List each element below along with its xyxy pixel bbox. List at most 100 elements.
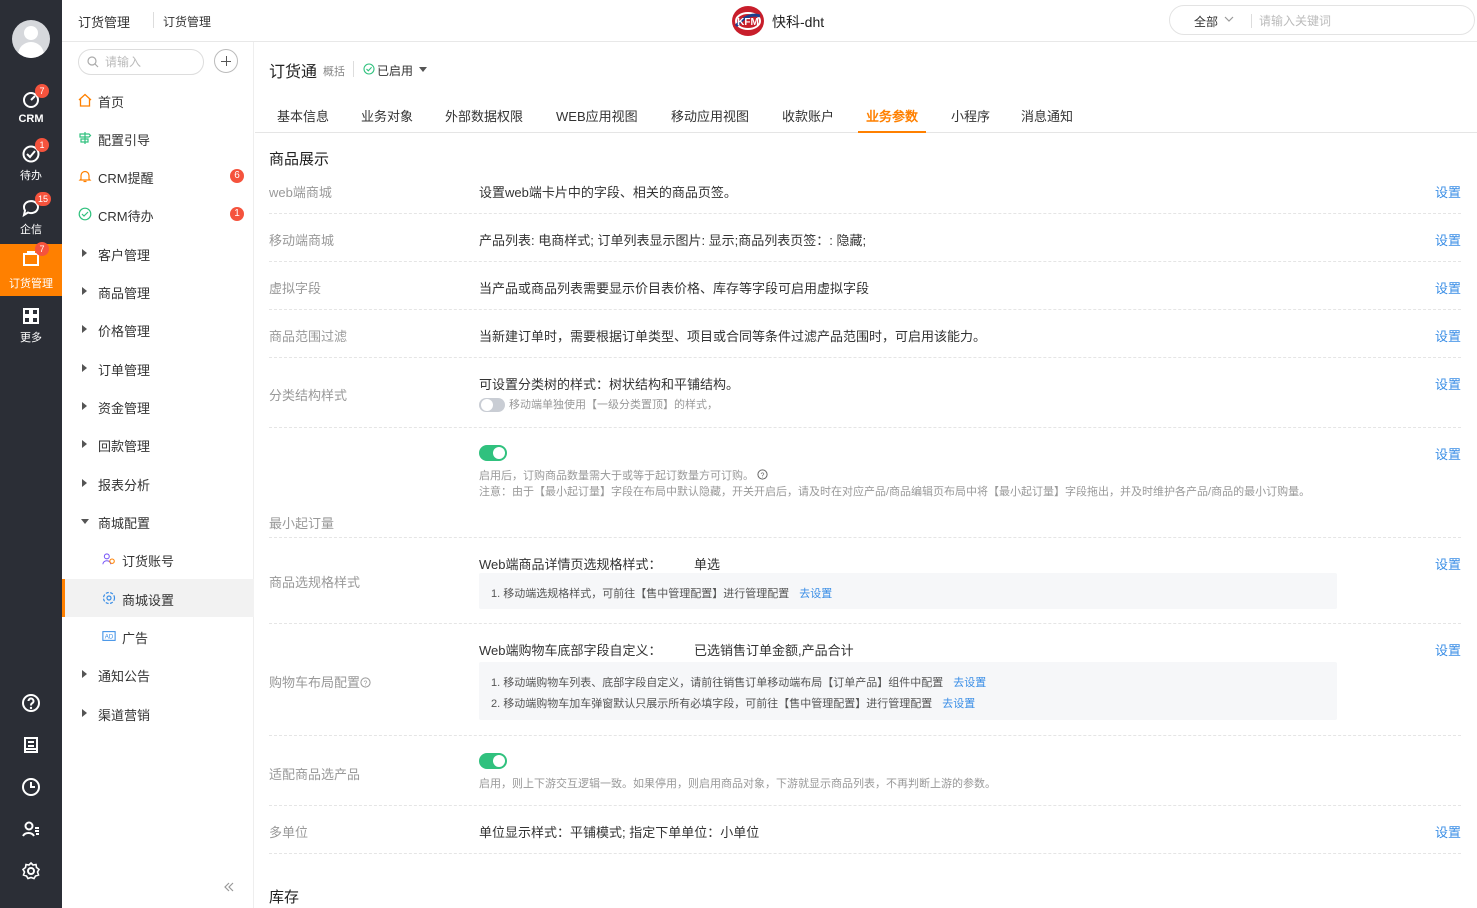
tab-mini-program[interactable]: 小程序: [951, 106, 990, 133]
help-button[interactable]: [0, 688, 62, 718]
page-subtitle[interactable]: 概括: [323, 63, 345, 79]
sidebar-item-order[interactable]: 订单管理: [62, 349, 254, 387]
tab-bar: 基本信息 业务对象 外部数据权限 WEB应用视图 移动应用视图 收款账户 业务参…: [255, 98, 1477, 133]
settings-link[interactable]: 设置: [1435, 374, 1461, 393]
settings-link[interactable]: 设置: [1435, 230, 1461, 249]
rail-badge: 1: [35, 138, 49, 152]
setting-value: 单位显示样式：平铺模式; 指定下单单位：小单位: [479, 825, 760, 840]
sidebar-item-payment[interactable]: 回款管理: [62, 425, 254, 463]
caret-right-icon: [82, 440, 87, 448]
tab-payment-accounts[interactable]: 收款账户: [782, 106, 834, 133]
sidebar-item-customer[interactable]: 客户管理: [62, 234, 254, 272]
sidebar-item-label: 订单管理: [98, 363, 151, 378]
rail-label: 企信: [20, 224, 42, 236]
settings-button[interactable]: [0, 856, 62, 886]
sidebar-search-input[interactable]: [105, 54, 195, 70]
setting-label: 虚拟字段: [269, 281, 322, 296]
signpost-icon: [79, 132, 92, 144]
info-line: 1. 移动端选规格样式，可前往【售中管理配置】进行管理配置 去设置: [491, 588, 833, 600]
setting-value: 当产品或商品列表需要显示价目表价格、库存等字段可启用虚拟字段: [479, 281, 870, 296]
setting-label: 多单位: [269, 825, 309, 840]
settings-link[interactable]: 设置: [1435, 640, 1461, 659]
tab-mobile-view[interactable]: 移动应用视图: [671, 106, 749, 133]
status-dropdown[interactable]: 已启用: [377, 62, 413, 79]
rail-item-todo[interactable]: 1 待办: [0, 138, 62, 192]
user-avatar[interactable]: [12, 20, 50, 58]
sidebar-item-funds[interactable]: 资金管理: [62, 387, 254, 425]
rail-item-chat[interactable]: 15 企信: [0, 192, 62, 246]
category-top-toggle[interactable]: [479, 398, 505, 412]
add-button[interactable]: [214, 49, 238, 73]
tab-web-view[interactable]: WEB应用视图: [556, 106, 638, 133]
sidebar: 首页 配置引导 CRM提醒 6 CRM待办 1 客户管理 商品管理 价格管理 订…: [62, 42, 254, 908]
sidebar-item-config-guide[interactable]: 配置引导: [62, 119, 254, 157]
setting-label: 适配商品选产品: [269, 767, 361, 782]
main-content: 订货通 概括 已启用 基本信息 业务对象 外部数据权限 WEB应用视图 移动应用…: [255, 42, 1477, 908]
sidebar-item-order-account[interactable]: 订货账号: [62, 540, 254, 578]
go-settings-link[interactable]: 去设置: [953, 677, 986, 689]
sidebar-item-ads[interactable]: AD 广告: [62, 617, 254, 655]
rail-item-more[interactable]: 更多: [0, 302, 62, 354]
search-divider: [1251, 14, 1252, 28]
top-bar: 订货管理 订货管理 KFM 快科-dht 全部: [62, 0, 1477, 42]
tab-notifications[interactable]: 消息通知: [1021, 106, 1073, 133]
sidebar-item-home[interactable]: 首页: [62, 81, 254, 119]
collapse-sidebar-icon[interactable]: [222, 880, 236, 894]
sidebar-item-price[interactable]: 价格管理: [62, 310, 254, 348]
rail-item-order-management[interactable]: 7 订货管理: [0, 242, 62, 296]
sidebar-item-notice[interactable]: 通知公告: [62, 655, 254, 693]
sidebar-item-crm-todo[interactable]: CRM待办 1: [62, 195, 254, 233]
settings-link[interactable]: 设置: [1435, 822, 1461, 841]
sidebar-item-channel-marketing[interactable]: 渠道营销: [62, 694, 254, 732]
help-circle-icon[interactable]: ?: [757, 469, 768, 480]
caret-down-icon[interactable]: [419, 67, 427, 72]
settings-link[interactable]: 设置: [1435, 278, 1461, 297]
rail-badge: 15: [35, 192, 52, 206]
search-input[interactable]: [1259, 12, 1459, 30]
tab-business-objects[interactable]: 业务对象: [361, 106, 413, 133]
sidebar-item-product[interactable]: 商品管理: [62, 272, 254, 310]
caret-right-icon: [82, 709, 87, 717]
go-settings-link[interactable]: 去设置: [799, 588, 832, 600]
caret-right-icon: [82, 249, 87, 257]
book-icon: [24, 737, 38, 753]
sidebar-item-mall-config[interactable]: 商城配置: [62, 502, 254, 540]
tab-basic-info[interactable]: 基本信息: [277, 106, 329, 133]
rail-item-crm[interactable]: 7 CRM: [0, 84, 62, 138]
chevron-down-icon[interactable]: [1224, 15, 1234, 23]
settings-link[interactable]: 设置: [1435, 182, 1461, 201]
sidebar-item-crm-reminder[interactable]: CRM提醒 6: [62, 157, 254, 195]
setting-label: 商品范围过滤: [269, 329, 348, 344]
setting-label: 分类结构样式: [269, 388, 348, 403]
help-circle-icon[interactable]: ?: [360, 677, 371, 688]
setting-key: Web端购物车底部字段自定义：: [479, 643, 662, 658]
caret-down-icon: [81, 519, 89, 524]
tab-business-params[interactable]: 业务参数: [858, 106, 927, 133]
history-button[interactable]: [0, 772, 62, 802]
book-button[interactable]: [0, 730, 62, 760]
info-box: 1. 移动端选规格样式，可前往【售中管理配置】进行管理配置 去设置: [479, 573, 1337, 609]
tab-external-permissions[interactable]: 外部数据权限: [445, 106, 523, 133]
setting-value: 已选销售订单金额,产品合计: [694, 643, 854, 658]
sidebar-item-reports[interactable]: 报表分析: [62, 464, 254, 502]
setting-label: 商品选规格样式: [269, 575, 361, 590]
sidebar-item-mall-settings[interactable]: 商城设置: [62, 579, 254, 617]
global-search: 全部: [1169, 5, 1475, 35]
ad-icon: AD: [102, 631, 116, 641]
settings-link[interactable]: 设置: [1435, 326, 1461, 345]
go-settings-link[interactable]: 去设置: [942, 698, 975, 710]
settings-link[interactable]: 设置: [1435, 444, 1461, 463]
contacts-button[interactable]: [0, 814, 62, 844]
gear-icon: [102, 591, 116, 605]
sidebar-item-label: 广告: [122, 631, 149, 646]
count-badge: 6: [230, 169, 244, 183]
min-order-toggle[interactable]: [479, 445, 507, 461]
search-scope-select[interactable]: 全部: [1194, 13, 1218, 30]
breadcrumb-app[interactable]: 订货管理: [78, 12, 130, 31]
adapt-product-toggle[interactable]: [479, 753, 507, 769]
rail-badge: 7: [35, 242, 49, 256]
setting-row-adapt-product: 适配商品选产品 启用，则上下游交互逻辑一致。如果停用，则启用商品对象，下游就显示…: [269, 736, 1461, 806]
check-circle-icon: [363, 63, 375, 75]
settings-link[interactable]: 设置: [1435, 554, 1461, 573]
breadcrumb-current[interactable]: 订货管理: [163, 13, 211, 30]
